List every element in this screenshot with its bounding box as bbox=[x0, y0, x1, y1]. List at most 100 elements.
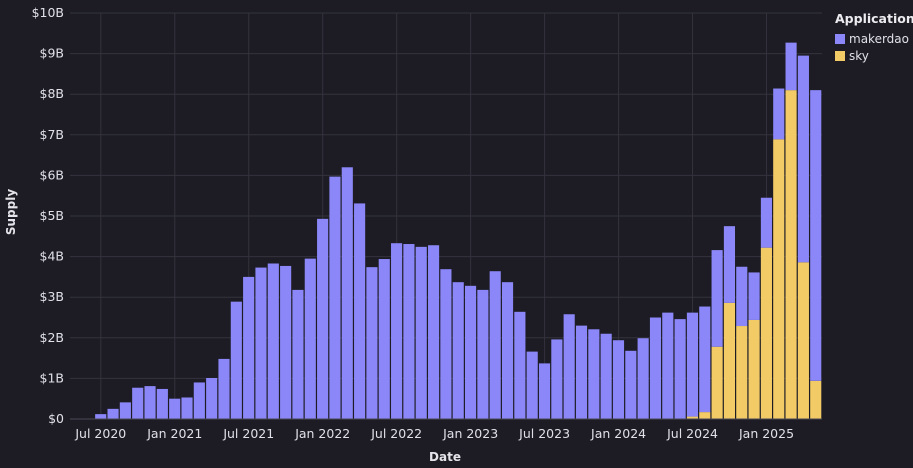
bar-makerdao-2025-01 bbox=[760, 197, 772, 248]
x-tick-label: Jan 2021 bbox=[146, 426, 202, 441]
x-tick-label: Jul 2020 bbox=[74, 426, 126, 441]
supply-bar-chart: $0 $1B $2B $3B $4B $5B $6B $7B $8B $9B $10B Jul 202… bbox=[32, 5, 822, 441]
bar-makerdao-2024-04 bbox=[649, 317, 662, 419]
bar-makerdao-2024-06 bbox=[674, 319, 686, 419]
y-tick-label: $3B bbox=[40, 289, 64, 304]
bar-makerdao-2022-05 bbox=[366, 267, 378, 419]
x-tick-label: Jul 2023 bbox=[518, 426, 570, 441]
bar-makerdao-2021-11 bbox=[292, 289, 304, 419]
bar-makerdao-2021-01 bbox=[169, 398, 181, 419]
bar-makerdao-2024-01 bbox=[612, 340, 625, 419]
bar-makerdao-2020-08 bbox=[107, 408, 119, 419]
bar-makerdao-2023-08 bbox=[551, 339, 563, 419]
x-tick-label: Jul 2022 bbox=[370, 426, 422, 441]
bar-makerdao-2022-12 bbox=[452, 282, 464, 419]
bar-makerdao-2020-12 bbox=[156, 388, 168, 419]
bar-makerdao-2021-09 bbox=[267, 263, 279, 419]
bar-sky-2025-04 bbox=[797, 262, 809, 419]
bar-makerdao-2023-03 bbox=[489, 271, 501, 419]
bar-makerdao-2021-08 bbox=[255, 267, 267, 419]
legend-label-sky: sky bbox=[849, 48, 869, 63]
legend-swatch-sky bbox=[835, 50, 845, 61]
bar-sky-2025-01 bbox=[760, 247, 772, 419]
bar-makerdao-2024-02 bbox=[625, 350, 637, 419]
bar-makerdao-2022-01 bbox=[317, 218, 329, 419]
bar-makerdao-2021-10 bbox=[280, 265, 292, 419]
x-axis-label: Date bbox=[429, 450, 461, 464]
bar-makerdao-2025-02 bbox=[773, 88, 785, 140]
bar-makerdao-2021-04 bbox=[206, 377, 218, 419]
bar-makerdao-2023-05 bbox=[514, 311, 526, 419]
y-tick-label: $10B bbox=[32, 5, 64, 20]
bar-makerdao-2020-11 bbox=[144, 386, 156, 419]
bar-makerdao-2020-10 bbox=[132, 387, 144, 419]
bar-makerdao-2023-12 bbox=[600, 333, 612, 419]
y-tick-label: $9B bbox=[40, 46, 64, 61]
bar-sky-2025-05 bbox=[810, 380, 822, 419]
bar-makerdao-2021-07 bbox=[243, 276, 255, 419]
bar-makerdao-2021-02 bbox=[181, 397, 193, 419]
bar-makerdao-2023-02 bbox=[477, 289, 489, 419]
bar-makerdao-2023-04 bbox=[501, 282, 514, 419]
y-tick-label: $5B bbox=[40, 208, 64, 223]
bar-makerdao-2022-04 bbox=[354, 203, 366, 419]
bar-makerdao-2022-06 bbox=[378, 259, 390, 419]
bar-makerdao-2022-07 bbox=[391, 243, 403, 419]
bar-makerdao-2022-11 bbox=[440, 269, 452, 419]
x-tick-label: Jul 2021 bbox=[222, 426, 274, 441]
bar-makerdao-2020-09 bbox=[119, 402, 131, 419]
bar-makerdao-2021-03 bbox=[193, 382, 205, 419]
y-tick-label: $2B bbox=[40, 330, 64, 345]
y-tick-label: $6B bbox=[40, 167, 64, 182]
bar-sky-2024-08 bbox=[699, 412, 711, 419]
bar-makerdao-2025-03 bbox=[785, 42, 797, 91]
bar-makerdao-2022-08 bbox=[403, 244, 415, 419]
bar-makerdao-2023-11 bbox=[588, 329, 600, 419]
y-tick-label: $4B bbox=[40, 249, 64, 264]
bar-sky-2024-11 bbox=[736, 326, 748, 419]
bar-makerdao-2022-09 bbox=[415, 246, 427, 419]
bar-makerdao-2025-04 bbox=[797, 55, 809, 263]
bar-makerdao-2022-03 bbox=[341, 167, 353, 419]
bar-makerdao-2024-07 bbox=[686, 312, 699, 417]
y-tick-label: $1B bbox=[40, 370, 64, 385]
bar-makerdao-2021-12 bbox=[304, 258, 316, 419]
legend-label-makerdao: makerdao bbox=[849, 31, 909, 46]
bar-makerdao-2022-10 bbox=[428, 245, 440, 419]
bar-sky-2025-02 bbox=[773, 139, 785, 420]
x-tick-label: Jan 2023 bbox=[442, 426, 498, 441]
legend-item-sky[interactable]: sky bbox=[835, 47, 913, 64]
y-axis-label: Supply bbox=[4, 188, 18, 236]
bar-makerdao-2023-01 bbox=[464, 285, 477, 419]
x-tick-label: Jan 2025 bbox=[738, 426, 794, 441]
bar-makerdao-2023-07 bbox=[538, 363, 551, 419]
bar-makerdao-2023-09 bbox=[563, 314, 575, 419]
legend-title: Application bbox=[835, 11, 913, 26]
bar-makerdao-2023-06 bbox=[526, 351, 538, 419]
bar-sky-2025-03 bbox=[785, 90, 797, 419]
bar-makerdao-2025-05 bbox=[810, 90, 822, 381]
x-tick-label: Jan 2024 bbox=[590, 426, 646, 441]
bar-sky-2024-10 bbox=[723, 302, 736, 419]
y-tick-label: $8B bbox=[40, 86, 64, 101]
x-tick-label: Jul 2024 bbox=[666, 426, 718, 441]
legend: Application makerdao sky bbox=[835, 11, 913, 64]
bar-makerdao-2023-10 bbox=[575, 325, 588, 419]
bar-makerdao-2024-10 bbox=[723, 226, 736, 303]
bar-makerdao-2020-07 bbox=[95, 414, 107, 419]
legend-swatch-makerdao bbox=[835, 33, 845, 44]
bar-makerdao-2024-08 bbox=[699, 306, 711, 413]
bar-sky-2024-09 bbox=[711, 346, 723, 419]
x-tick-label: Jan 2022 bbox=[294, 426, 350, 441]
bar-makerdao-2022-02 bbox=[329, 176, 341, 419]
bar-makerdao-2021-05 bbox=[218, 358, 230, 419]
bar-makerdao-2024-09 bbox=[711, 250, 723, 347]
bar-makerdao-2024-03 bbox=[637, 338, 649, 419]
bar-makerdao-2024-05 bbox=[662, 312, 674, 419]
y-tick-label: $0 bbox=[48, 411, 64, 426]
bar-makerdao-2024-11 bbox=[736, 266, 748, 327]
bar-sky-2024-12 bbox=[748, 319, 760, 419]
legend-item-makerdao[interactable]: makerdao bbox=[835, 30, 913, 47]
y-tick-label: $7B bbox=[40, 127, 64, 142]
bar-makerdao-2024-12 bbox=[748, 272, 760, 320]
